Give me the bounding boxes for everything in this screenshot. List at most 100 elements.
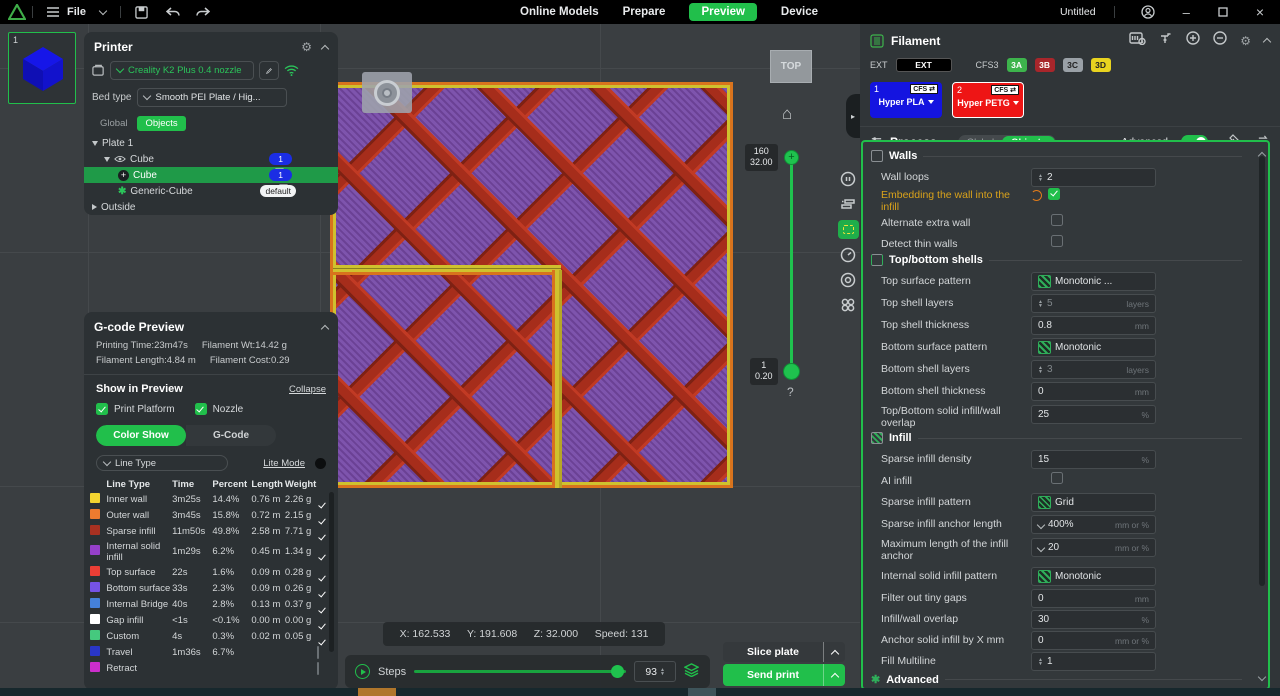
tree-item-outside[interactable]: Outside [84, 199, 338, 215]
steps-value-input[interactable]: 93 ▲ ▼ [634, 661, 677, 682]
help-icon[interactable]: ? [787, 385, 794, 399]
printer-tab-global[interactable]: Global [92, 116, 135, 131]
table-scrollbar[interactable] [329, 492, 334, 652]
revert-icon[interactable] [1031, 190, 1042, 201]
plate-thumbnail[interactable]: 1 [8, 32, 76, 104]
tree-item-cube-group[interactable]: Cube 1 [84, 151, 338, 167]
ams-icon[interactable] [1129, 31, 1146, 50]
anchor-solid-input[interactable]: 0 mm or % [1031, 631, 1156, 650]
steps-slider-handle[interactable] [611, 665, 625, 678]
view-cube[interactable]: TOP [770, 50, 812, 83]
edit-printer-button[interactable] [259, 61, 279, 80]
layers-icon[interactable] [683, 663, 700, 680]
filament-card-1[interactable]: 1 CFS ⇄ Hyper PLA [870, 82, 942, 118]
infill-wall-overlap-input[interactable]: 30% [1031, 610, 1156, 629]
scroll-down-icon[interactable] [1257, 672, 1267, 682]
undo-icon[interactable] [165, 6, 180, 18]
filament-settings-gear-icon[interactable]: ⚙ [1240, 34, 1251, 48]
detect-thin-walls-checkbox[interactable] [1051, 235, 1063, 247]
fill-multiline-input[interactable]: ▲ ▼ 1 [1031, 652, 1156, 671]
printer-select[interactable]: Creality K2 Plus 0.4 nozzle [110, 61, 254, 80]
bottom-shell-layers-input[interactable]: ▲ ▼ 3 layers [1031, 360, 1156, 379]
top-shell-thickness-input[interactable]: 0.8 mm [1031, 316, 1156, 335]
wall-loops-input[interactable]: ▲ ▼ 2 [1031, 168, 1156, 187]
top-shell-layers-input[interactable]: ▲ ▼ 5 layers [1031, 294, 1156, 313]
time-view-icon[interactable] [839, 246, 857, 264]
bed-type-select[interactable]: Smooth PEI Plate / Hig... [137, 88, 288, 107]
file-menu[interactable]: File [67, 6, 86, 18]
expand-icon[interactable] [92, 140, 98, 146]
send-print-button[interactable]: Send print [723, 664, 845, 686]
bottom-shell-thickness-input[interactable]: 0 mm [1031, 382, 1156, 401]
section-top-bottom-shells[interactable]: Top/bottom shells [871, 254, 1242, 266]
collapse-panel-icon[interactable] [320, 323, 330, 333]
tab-prepare[interactable]: Prepare [623, 6, 666, 18]
gcode-view-button[interactable]: G-Code [186, 425, 276, 446]
close-button[interactable]: × [1256, 4, 1264, 20]
sparse-density-input[interactable]: 15% [1031, 450, 1156, 469]
sliced-model-top-view[interactable] [330, 82, 733, 488]
anchor-length-select[interactable]: 400% mm or % [1031, 515, 1156, 534]
line-type-dropdown[interactable]: Line Type [96, 455, 228, 471]
minimize-button[interactable]: – [1183, 5, 1190, 20]
slot-3b[interactable]: 3B [1034, 58, 1055, 72]
play-button[interactable] [355, 664, 370, 679]
collapse-link[interactable]: Collapse [289, 384, 326, 395]
layer-list-icon[interactable] [839, 195, 857, 213]
printer-tab-objects[interactable]: Objects [137, 116, 186, 131]
menu-icon[interactable] [47, 7, 59, 17]
save-icon[interactable] [135, 5, 148, 19]
row-visibility-checkbox[interactable] [316, 661, 319, 675]
slot-3d[interactable]: 3D [1090, 58, 1111, 72]
sparse-pattern-select[interactable]: Grid [1031, 493, 1156, 512]
lite-mode-link[interactable]: Lite Mode [263, 458, 305, 469]
more-views-icon[interactable] [839, 296, 857, 314]
stepper-arrows[interactable]: ▲ ▼ [660, 667, 665, 676]
chevron-down-icon[interactable] [98, 6, 108, 15]
send-options-arrow[interactable] [823, 664, 845, 686]
top-surface-pattern-select[interactable]: Monotonic ... [1031, 272, 1156, 291]
collapse-panel-icon[interactable] [320, 43, 330, 53]
section-advanced[interactable]: ✱ Advanced [871, 673, 1242, 686]
row-visibility-checkbox[interactable] [316, 645, 319, 659]
section-walls[interactable]: Walls [871, 150, 1242, 162]
filament-card-2[interactable]: 2 CFS ⇄ Hyper PETG [952, 82, 1024, 118]
slice-plate-button[interactable]: Slice plate [723, 642, 845, 662]
wifi-icon[interactable] [284, 65, 299, 76]
printer-settings-gear-icon[interactable]: ⚙ [301, 40, 312, 54]
flush-icon[interactable] [1159, 31, 1173, 50]
layer-slider-top-handle[interactable]: + [784, 150, 799, 165]
collapse-filament-icon[interactable] [1262, 32, 1272, 50]
expand-icon[interactable] [104, 156, 110, 162]
account-icon[interactable] [1140, 5, 1155, 19]
slot-3a[interactable]: 3A [1006, 58, 1027, 72]
dropdown-arrow[interactable] [1012, 101, 1019, 105]
tab-online-models[interactable]: Online Models [520, 6, 599, 18]
tb-overlap-input[interactable]: 25% [1031, 405, 1156, 424]
embed-wall-checkbox[interactable] [1048, 187, 1060, 200]
dropdown-arrow[interactable] [927, 100, 934, 104]
tab-device[interactable]: Device [781, 6, 818, 18]
ext-button[interactable]: EXT [895, 58, 952, 72]
home-view-icon[interactable]: ⌂ [782, 104, 792, 124]
layer-slider-bottom-handle[interactable] [783, 363, 800, 380]
nozzle-checkbox[interactable] [194, 403, 207, 415]
slot-3c[interactable]: 3C [1062, 58, 1083, 72]
eye-icon[interactable] [114, 155, 126, 163]
lite-mode-toggle[interactable] [315, 457, 326, 469]
line-type-view-icon[interactable] [837, 220, 859, 239]
steps-slider[interactable] [414, 665, 627, 678]
speed-view-icon[interactable] [839, 170, 857, 188]
tree-item-generic-cube[interactable]: ✱ Generic-Cube default [84, 183, 338, 199]
redo-icon[interactable] [196, 6, 210, 18]
tree-item-cube-selected[interactable]: + Cube 1 [84, 167, 338, 183]
internal-solid-pattern-select[interactable]: Monotonic [1031, 567, 1156, 586]
collapse-icon[interactable] [92, 204, 97, 210]
maximize-button[interactable] [1218, 7, 1228, 17]
color-show-button[interactable]: Color Show [96, 425, 186, 446]
tiny-gaps-input[interactable]: 0 mm [1031, 589, 1156, 608]
slice-options-arrow[interactable] [823, 642, 845, 662]
params-scrollbar[interactable] [1259, 156, 1265, 586]
temperature-view-icon[interactable] [839, 271, 857, 289]
bottom-surface-pattern-select[interactable]: Monotonic [1031, 338, 1156, 357]
